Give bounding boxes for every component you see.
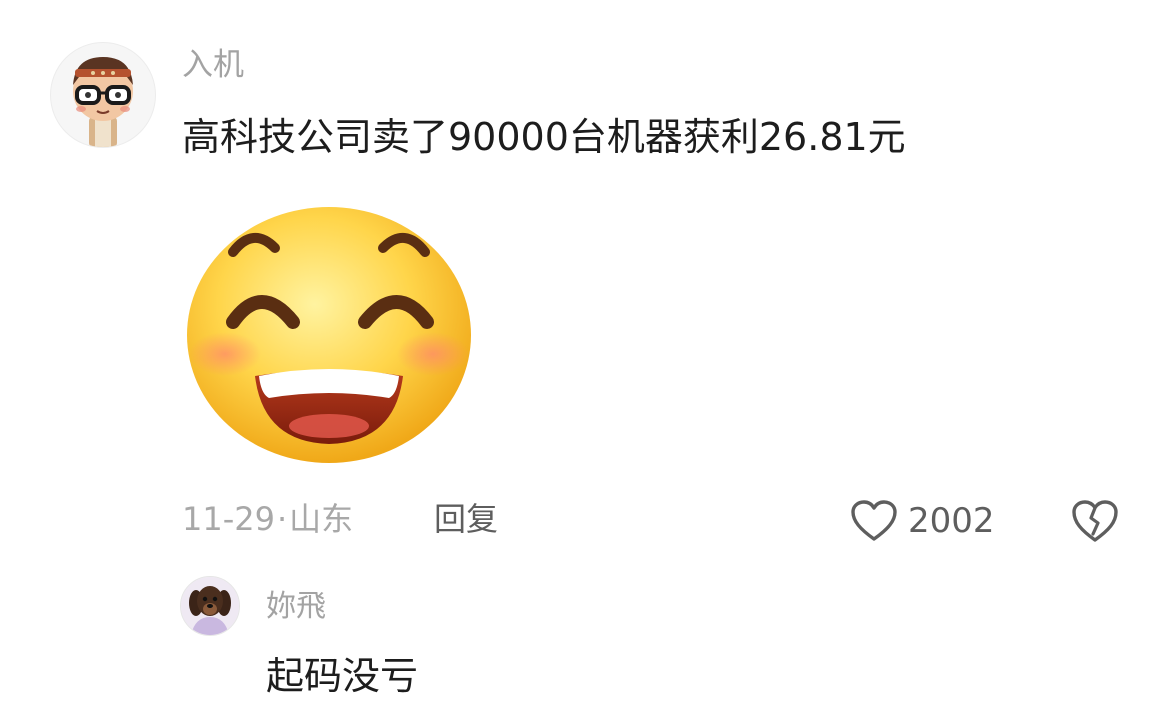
dislike-button[interactable] xyxy=(1070,498,1120,544)
comment-location: 山东 xyxy=(289,500,354,538)
reply-avatar[interactable] xyxy=(180,576,240,636)
avatar[interactable] xyxy=(50,42,156,148)
comment-username[interactable]: 入机 xyxy=(182,50,244,81)
like-count: 2002 xyxy=(908,501,995,541)
reply-button[interactable]: 回复 xyxy=(434,503,498,535)
comment-text: 高科技公司卖了90000台机器获利26.81元 xyxy=(182,115,906,159)
puppy-avatar-icon xyxy=(181,577,239,635)
comment-date: 11-29 xyxy=(182,500,275,538)
cartoon-avatar-icon xyxy=(73,57,133,147)
broken-heart-icon[interactable] xyxy=(1070,498,1120,544)
grinning-face-emoji-sticker xyxy=(183,204,475,466)
heart-outline-icon[interactable] xyxy=(850,499,898,543)
reply-username[interactable]: 妳飛 xyxy=(266,592,326,622)
comment-meta: 11-29·山东 xyxy=(182,503,353,535)
like-button[interactable]: 2002 xyxy=(850,498,995,544)
reply-text: 起码没亏 xyxy=(266,654,419,698)
meta-separator: · xyxy=(276,500,288,538)
